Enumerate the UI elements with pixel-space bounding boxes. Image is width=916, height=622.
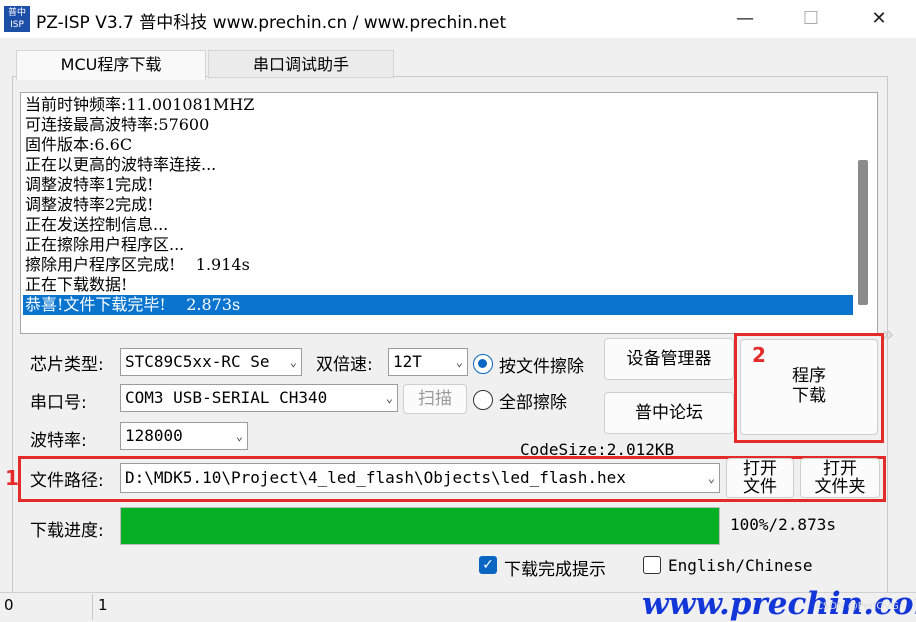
- scan-button[interactable]: 扫描: [403, 384, 467, 414]
- app-icon: 普中 ISP: [4, 6, 30, 32]
- chevron-down-icon: ⌄: [289, 355, 297, 369]
- progress-bar: [120, 507, 720, 545]
- log-line: 可连接最高波特率:57600: [25, 115, 210, 134]
- window-title: PZ-ISP V3.7 普中科技 www.prechin.cn / www.pr…: [36, 13, 507, 33]
- log-line: 当前时钟频率:11.001081MHZ: [25, 95, 255, 114]
- double-speed-select[interactable]: 12T ⌄: [388, 348, 468, 376]
- chevron-down-icon: ⌄: [455, 355, 463, 369]
- log-output[interactable]: 当前时钟频率:11.001081MHZ 可连接最高波特率:57600 固件版本:6.…: [20, 92, 878, 334]
- device-manager-button[interactable]: 设备管理器: [604, 338, 734, 380]
- baud-value: 128000: [125, 426, 183, 445]
- progress-fill: [121, 508, 719, 544]
- progress-label: 下载进度:: [30, 521, 104, 541]
- marker-2: 2: [752, 343, 766, 367]
- file-path-label: 文件路径:: [30, 471, 104, 491]
- log-line: 擦除用户程序区完成! 1.914s: [25, 255, 250, 274]
- chevron-down-icon: ⌄: [707, 471, 715, 485]
- app-icon-top: 普中: [7, 8, 26, 18]
- chevron-down-icon: ⌄: [235, 429, 243, 443]
- log-line: 正在发送控制信息...: [25, 215, 169, 234]
- erase-all-label[interactable]: 全部擦除: [499, 388, 567, 413]
- erase-by-file-radio[interactable]: [473, 354, 493, 374]
- file-path-select[interactable]: D:\MDK5.10\Project\4_led_flash\Objects\l…: [120, 463, 720, 493]
- scroll-thumb[interactable]: [858, 160, 868, 305]
- open-file-line1: 打开: [743, 459, 777, 479]
- log-line: 正在擦除用户程序区...: [25, 235, 185, 254]
- download-notice-label[interactable]: 下载完成提示: [504, 555, 606, 580]
- program-button-line2: 下载: [792, 386, 826, 406]
- port-select[interactable]: COM3 USB-SERIAL CH340 ⌄: [120, 384, 398, 412]
- status-cell-1: 0: [4, 596, 14, 614]
- log-line: 调整波特率1完成!: [25, 175, 154, 194]
- status-cell-2: 1: [98, 596, 108, 614]
- open-file-button[interactable]: 打开 文件: [726, 458, 794, 498]
- baud-label: 波特率:: [30, 431, 87, 451]
- csdn-mark: CSDN @PerlOVG: [816, 601, 899, 612]
- open-folder-button[interactable]: 打开 文件夹: [800, 458, 880, 498]
- double-speed-label: 双倍速:: [316, 355, 373, 375]
- open-folder-line2: 文件夹: [814, 477, 866, 497]
- progress-text: 100%/2.873s: [730, 515, 836, 534]
- chip-select[interactable]: STC89C5xx-RC Se ⌄: [120, 348, 302, 376]
- forum-button[interactable]: 普中论坛: [604, 392, 734, 434]
- baud-select[interactable]: 128000 ⌄: [120, 422, 248, 450]
- minimize-button[interactable]: —: [722, 0, 768, 38]
- open-folder-line1: 打开: [823, 459, 857, 479]
- chip-label: 芯片类型:: [30, 355, 104, 375]
- chevron-down-icon: ⌄: [385, 391, 393, 405]
- log-line: 正在下载数据!: [25, 275, 128, 294]
- download-notice-checkbox[interactable]: ✓: [479, 556, 497, 574]
- port-label: 串口号:: [30, 393, 87, 413]
- app-icon-bottom: ISP: [10, 20, 24, 30]
- close-button[interactable]: ✕: [856, 0, 902, 38]
- file-path-value: D:\MDK5.10\Project\4_led_flash\Objects\l…: [125, 468, 626, 487]
- tab-serial-assistant[interactable]: 串口调试助手: [208, 50, 394, 78]
- log-line: 正在以更高的波特率连接...: [25, 155, 217, 174]
- chip-value: STC89C5xx-RC Se: [125, 352, 270, 371]
- erase-all-radio[interactable]: [473, 390, 493, 410]
- log-line: 恭喜!文件下载完毕! 2.873s: [23, 295, 853, 315]
- port-value: COM3 USB-SERIAL CH340: [125, 388, 328, 407]
- log-lines: 当前时钟频率:11.001081MHZ 可连接最高波特率:57600 固件版本:6.…: [23, 95, 853, 315]
- marker-1: 1: [5, 466, 19, 490]
- maximize-button[interactable]: ☐: [788, 0, 834, 38]
- open-file-line2: 文件: [743, 477, 777, 497]
- status-divider: [92, 594, 93, 620]
- log-line: 调整波特率2完成!: [25, 195, 154, 214]
- erase-by-file-label[interactable]: 按文件擦除: [499, 352, 584, 377]
- double-speed-value: 12T: [393, 352, 422, 371]
- language-checkbox[interactable]: [643, 556, 661, 574]
- language-label[interactable]: English/Chinese: [668, 556, 813, 575]
- log-line: 固件版本:6.6C: [25, 135, 133, 154]
- program-button-line1: 程序: [792, 366, 826, 386]
- tab-mcu-download[interactable]: MCU程序下载: [16, 50, 206, 80]
